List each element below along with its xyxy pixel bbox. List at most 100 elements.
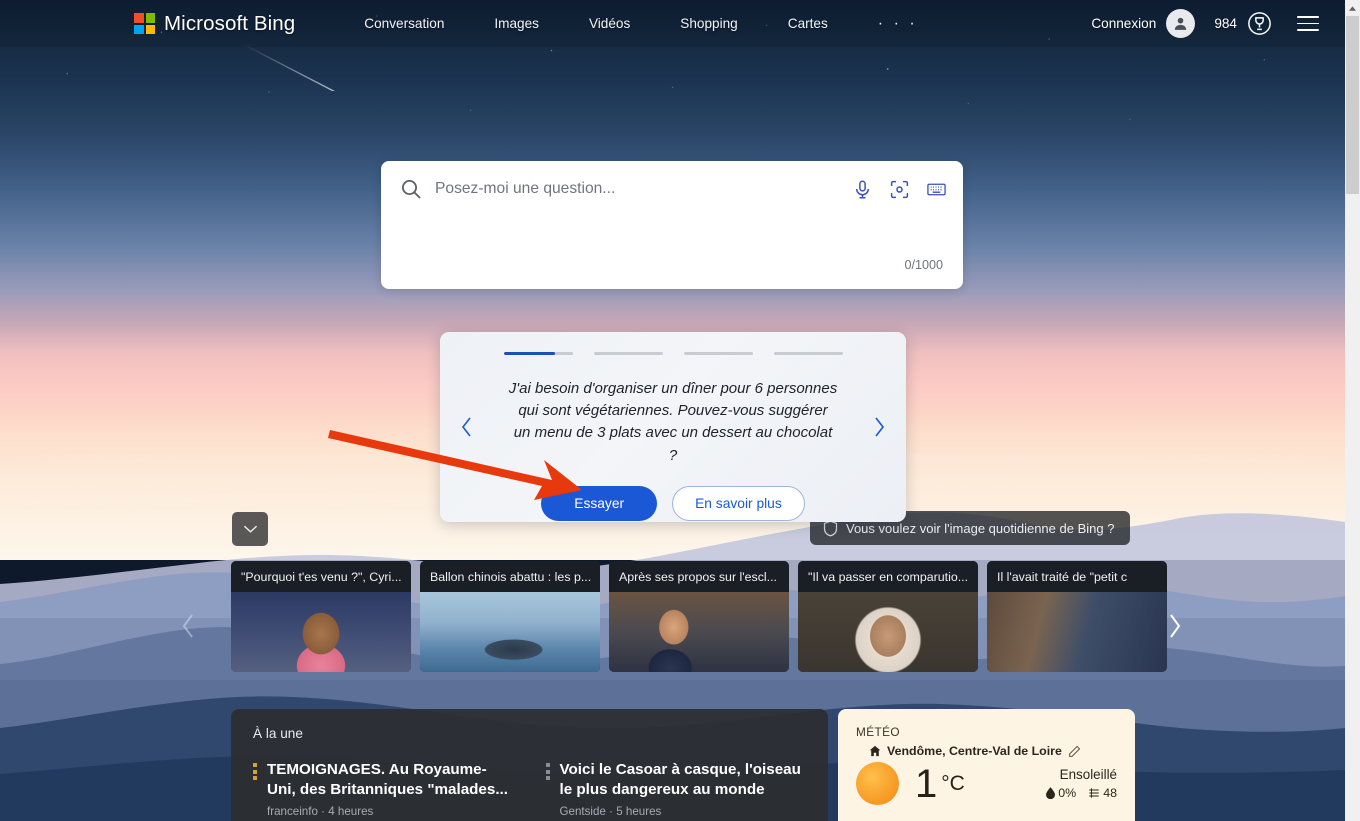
chevron-down-icon — [243, 524, 258, 534]
chevron-left-icon — [178, 612, 198, 640]
suggestion-carousel-card: J'ai besoin d'organiser un dîner pour 6 … — [440, 332, 906, 522]
search-icon — [399, 177, 423, 201]
carousel-progress-indicator — [504, 352, 843, 355]
scroll-up-button[interactable] — [1345, 0, 1360, 16]
weather-condition: Ensoleillé — [1046, 767, 1117, 782]
avatar[interactable] — [1166, 9, 1195, 38]
chevron-right-icon — [871, 416, 887, 438]
news-card-thumbnail — [231, 592, 411, 672]
nav-item-videos[interactable]: Vidéos — [589, 10, 630, 37]
nav-item-cartes[interactable]: Cartes — [788, 10, 828, 37]
scrollbar-thumb[interactable] — [1346, 16, 1359, 194]
news-carousel-next[interactable] — [1155, 605, 1195, 647]
precipitation-stat: 0% — [1046, 786, 1076, 800]
weather-details: Ensoleillé 0% 48 — [1046, 767, 1117, 800]
news-card-title: Ballon chinois abattu : les p... — [420, 561, 600, 592]
carousel-prev-button[interactable] — [456, 414, 478, 440]
news-card-title: Après ses propos sur l'escl... — [609, 561, 789, 592]
news-carousel-prev[interactable] — [168, 605, 208, 647]
chevron-left-icon — [459, 416, 475, 438]
main-nav: Conversation Images Vidéos Shopping Cart… — [364, 9, 917, 39]
news-card-thumbnail — [987, 592, 1167, 672]
news-card-thumbnail — [420, 592, 600, 672]
top-navigation-bar: Microsoft Bing Conversation Images Vidéo… — [0, 0, 1345, 47]
sunny-icon — [856, 762, 899, 805]
hamburger-menu-icon[interactable] — [1297, 16, 1319, 31]
headline-text: TEMOIGNAGES. Au Royaume-Uni, des Britann… — [267, 761, 508, 798]
headline-text: Voici le Casoar à casque, l'oiseau le pl… — [560, 761, 801, 798]
nav-item-shopping[interactable]: Shopping — [680, 10, 737, 37]
progress-segment[interactable] — [594, 352, 663, 355]
headline-source: Gentside · 5 heures — [560, 805, 807, 818]
microphone-icon[interactable] — [852, 179, 873, 200]
weather-widget[interactable]: MÉTÉO Vendôme, Centre-Val de Loire 1 °C … — [838, 709, 1135, 821]
news-card[interactable]: Il l'avait traité de "petit c — [987, 561, 1167, 672]
weather-body: 1 °C Ensoleillé 0% 48 — [856, 762, 1117, 805]
progress-segment[interactable] — [774, 352, 843, 355]
learn-more-button[interactable]: En savoir plus — [672, 486, 805, 521]
news-card[interactable]: "Il va passer en comparutio... — [798, 561, 978, 672]
caret-up-icon — [1349, 6, 1356, 11]
edit-pencil-icon[interactable] — [1068, 745, 1081, 758]
news-card-carousel: "Pourquoi t'es venu ?", Cyri... Ballon c… — [231, 561, 1136, 672]
news-card[interactable]: Après ses propos sur l'escl... — [609, 561, 789, 672]
nav-item-images[interactable]: Images — [494, 10, 539, 37]
microsoft-logo-icon — [134, 13, 155, 34]
chevron-right-icon — [1165, 612, 1185, 640]
nav-item-conversation[interactable]: Conversation — [364, 10, 444, 37]
air-quality-value: 48 — [1103, 786, 1117, 800]
weather-stats: 0% 48 — [1046, 786, 1117, 800]
character-counter: 0/1000 — [904, 258, 943, 272]
search-box: 0/1000 — [381, 161, 963, 289]
precipitation-value: 0% — [1058, 786, 1076, 800]
search-row — [381, 161, 963, 217]
search-input[interactable] — [435, 180, 852, 198]
expand-collapse-button[interactable] — [232, 512, 268, 546]
visual-search-icon[interactable] — [889, 179, 910, 200]
daily-image-label: Vous voulez voir l'image quotidienne de … — [846, 521, 1114, 536]
nav-item-more[interactable]: · · · — [878, 9, 918, 39]
news-card-title: "Il va passer en comparutio... — [798, 561, 978, 592]
weather-location-row: Vendôme, Centre-Val de Loire — [869, 744, 1117, 758]
person-icon — [1172, 15, 1189, 32]
headline-body: TEMOIGNAGES. Au Royaume-Uni, des Britann… — [267, 760, 514, 818]
air-quality-icon — [1088, 787, 1100, 799]
list-marker-icon — [253, 763, 258, 818]
try-button[interactable]: Essayer — [541, 486, 657, 521]
news-card-title: Il l'avait traité de "petit c — [987, 561, 1167, 592]
headline-source: franceinfo · 4 heures — [267, 805, 514, 818]
temperature-unit: °C — [941, 772, 965, 796]
bing-logo[interactable]: Microsoft Bing — [134, 12, 295, 36]
news-card-thumbnail — [798, 592, 978, 672]
search-actions — [852, 179, 947, 200]
news-card[interactable]: "Pourquoi t'es venu ?", Cyri... — [231, 561, 411, 672]
rewards-points: 984 — [1214, 16, 1237, 31]
list-item[interactable]: Voici le Casoar à casque, l'oiseau le pl… — [546, 760, 807, 818]
keyboard-icon[interactable] — [926, 179, 947, 200]
weather-location: Vendôme, Centre-Val de Loire — [887, 744, 1062, 758]
list-item[interactable]: TEMOIGNAGES. Au Royaume-Uni, des Britann… — [253, 760, 514, 818]
headline-body: Voici le Casoar à casque, l'oiseau le pl… — [560, 760, 807, 818]
temperature-value: 1 — [915, 764, 936, 804]
sign-in-label[interactable]: Connexion — [1091, 16, 1156, 31]
suggestion-actions: Essayer En savoir plus — [541, 486, 805, 521]
progress-segment[interactable] — [684, 352, 753, 355]
air-quality-stat: 48 — [1088, 786, 1117, 800]
carousel-next-button[interactable] — [868, 414, 890, 440]
news-card-thumbnail — [609, 592, 789, 672]
progress-segment[interactable] — [504, 352, 573, 355]
shield-icon — [823, 520, 838, 537]
rewards-trophy-icon[interactable] — [1246, 10, 1273, 37]
header-actions: Connexion 984 — [1091, 9, 1319, 38]
home-icon — [869, 745, 881, 757]
vertical-scrollbar[interactable] — [1345, 0, 1360, 821]
suggestion-prompt-text: J'ai besoin d'organiser un dîner pour 6 … — [508, 378, 838, 466]
water-drop-icon — [1046, 787, 1055, 799]
list-marker-icon — [546, 763, 551, 818]
panel-title: À la une — [253, 726, 806, 741]
headlines-list: TEMOIGNAGES. Au Royaume-Uni, des Britann… — [253, 760, 806, 818]
news-card[interactable]: Ballon chinois abattu : les p... — [420, 561, 600, 672]
headlines-panel: À la une TEMOIGNAGES. Au Royaume-Uni, de… — [231, 709, 828, 821]
weather-label: MÉTÉO — [856, 725, 1117, 739]
news-card-title: "Pourquoi t'es venu ?", Cyri... — [231, 561, 411, 592]
